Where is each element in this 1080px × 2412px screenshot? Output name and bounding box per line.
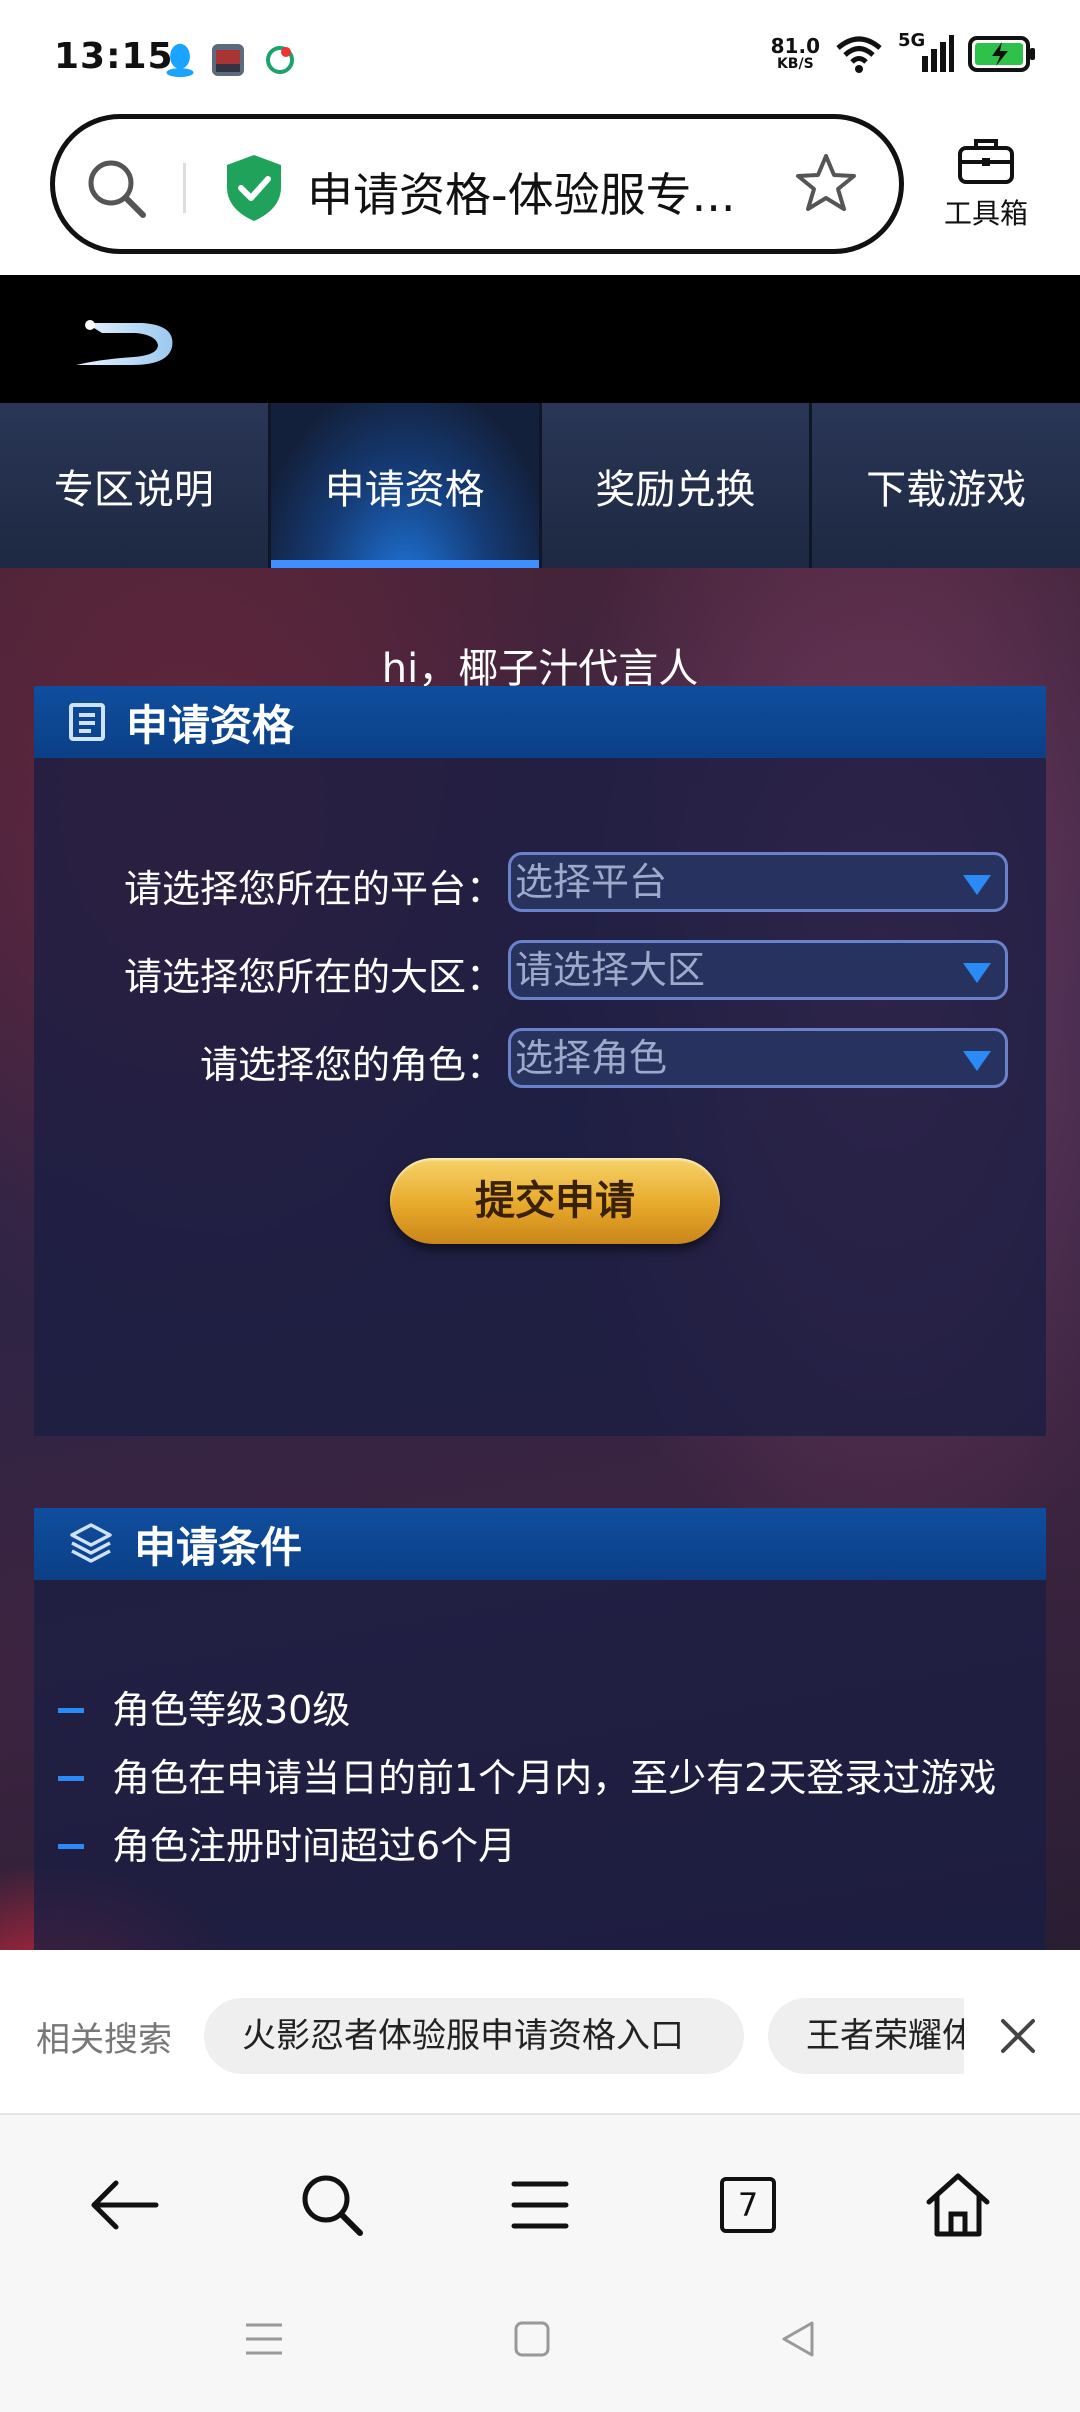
arrow-left-icon bbox=[91, 2180, 159, 2230]
address-bar-divider bbox=[183, 163, 186, 213]
cellular-signal-icon: 5G bbox=[898, 30, 954, 74]
conditions-panel: 申请条件 角色等级30级 角色在申请当日的前1个月内，至少有2天登录过游戏 角色… bbox=[34, 1508, 1046, 1950]
address-bar[interactable]: 申请资格-体验服专... bbox=[50, 114, 904, 254]
battery-charging-icon bbox=[968, 36, 1035, 72]
related-search-label: 相关搜索 bbox=[36, 2020, 172, 2060]
layers-icon bbox=[70, 1523, 112, 1563]
list-item: 角色注册时间超过6个月 bbox=[34, 1812, 1046, 1880]
close-icon[interactable] bbox=[998, 2016, 1038, 2056]
mobile-app-icon bbox=[266, 46, 294, 74]
menu-button[interactable] bbox=[500, 2165, 580, 2245]
conditions-panel-header: 申请条件 bbox=[34, 1508, 1046, 1580]
search-button[interactable] bbox=[292, 2165, 372, 2245]
tabs-button[interactable]: 7 bbox=[708, 2165, 788, 2245]
site-header bbox=[0, 275, 1080, 403]
form-doc-icon bbox=[69, 703, 105, 741]
tab-count-badge: 7 bbox=[720, 2177, 776, 2233]
page-title[interactable]: 申请资格-体验服专... bbox=[307, 159, 767, 225]
platform-select[interactable]: 选择平台 bbox=[508, 852, 1008, 912]
submit-application-button[interactable]: 提交申请 bbox=[390, 1158, 720, 1244]
tab-apply-qualification[interactable]: 申请资格 bbox=[270, 403, 542, 568]
bookmark-star-icon[interactable] bbox=[793, 151, 859, 217]
menu-icon bbox=[511, 2181, 569, 2229]
status-time: 13:15 bbox=[54, 36, 174, 77]
chevron-down-icon bbox=[963, 963, 991, 983]
tab-zone-intro[interactable]: 专区说明 bbox=[0, 403, 271, 568]
toolbox-label: 工具箱 bbox=[943, 197, 1028, 230]
search-icon[interactable] bbox=[85, 157, 149, 221]
wifi-icon bbox=[836, 36, 882, 73]
related-search-bar: 相关搜索 火影忍者体验服申请资格入口 王者荣耀体验服 bbox=[0, 1950, 1080, 2114]
conditions-panel-title: 申请条件 bbox=[134, 1522, 303, 1572]
toolbox-icon bbox=[958, 139, 1014, 184]
related-search-chip[interactable]: 火影忍者体验服申请资格入口 bbox=[204, 1998, 744, 2074]
home-button[interactable] bbox=[918, 2165, 998, 2245]
status-bar: 13:15 81.0 KB/S 5G bbox=[0, 0, 1080, 110]
back-button[interactable] bbox=[84, 2165, 164, 2245]
qq-icon bbox=[166, 43, 194, 78]
toolbox-button[interactable]: 工具箱 bbox=[936, 136, 1036, 232]
section-tabs: 专区说明 申请资格 奖励兑换 下载游戏 bbox=[0, 403, 1080, 568]
platform-row: 请选择您所在的平台： 选择平台 bbox=[34, 852, 1046, 912]
role-select[interactable]: 选择角色 bbox=[508, 1028, 1008, 1088]
list-item: 角色等级30级 bbox=[34, 1676, 1046, 1744]
apply-panel: 申请资格 请选择您所在的平台： 选择平台 请选择您所在的大区： 请选择大区 请选… bbox=[34, 686, 1046, 1436]
browser-bottom-nav: 7 bbox=[0, 2115, 1080, 2275]
conditions-list: 角色等级30级 角色在申请当日的前1个月内，至少有2天登录过游戏 角色注册时间超… bbox=[34, 1676, 1046, 1880]
recent-apps-icon[interactable] bbox=[244, 2319, 284, 2359]
platform-label: 请选择您所在的平台： bbox=[123, 867, 504, 911]
chevron-down-icon bbox=[963, 875, 991, 895]
dash-icon bbox=[58, 1708, 84, 1713]
region-row: 请选择您所在的大区： 请选择大区 bbox=[34, 940, 1046, 1000]
tab-reward-exchange[interactable]: 奖励兑换 bbox=[541, 403, 813, 568]
back-logo-icon[interactable] bbox=[72, 313, 182, 373]
related-search-chip[interactable]: 王者荣耀体验服 bbox=[768, 1998, 964, 2074]
region-label: 请选择您所在的大区： bbox=[123, 955, 504, 999]
tab-download-game[interactable]: 下载游戏 bbox=[812, 403, 1080, 568]
search-icon bbox=[302, 2175, 363, 2236]
game-app-icon bbox=[212, 44, 244, 76]
home-icon bbox=[926, 2173, 990, 2237]
system-nav-bar bbox=[0, 2275, 1080, 2412]
secure-shield-icon bbox=[227, 155, 281, 221]
home-square-icon[interactable] bbox=[512, 2319, 552, 2359]
apply-panel-header: 申请资格 bbox=[34, 686, 1046, 758]
dash-icon bbox=[58, 1776, 84, 1781]
main-content: hi，椰子汁代言人 申请资格 请选择您所在的平台： 选择平台 请选择您所在的大区… bbox=[0, 568, 1080, 1950]
role-label: 请选择您的角色： bbox=[199, 1043, 504, 1087]
list-item: 角色在申请当日的前1个月内，至少有2天登录过游戏 bbox=[34, 1744, 1046, 1812]
region-select[interactable]: 请选择大区 bbox=[508, 940, 1008, 1000]
apply-panel-title: 申请资格 bbox=[126, 700, 295, 750]
net-speed: 81.0 KB/S bbox=[770, 34, 820, 72]
back-triangle-icon[interactable] bbox=[778, 2319, 818, 2359]
dash-icon bbox=[58, 1844, 84, 1849]
role-row: 请选择您的角色： 选择角色 bbox=[34, 1028, 1046, 1088]
chevron-down-icon bbox=[963, 1051, 991, 1071]
